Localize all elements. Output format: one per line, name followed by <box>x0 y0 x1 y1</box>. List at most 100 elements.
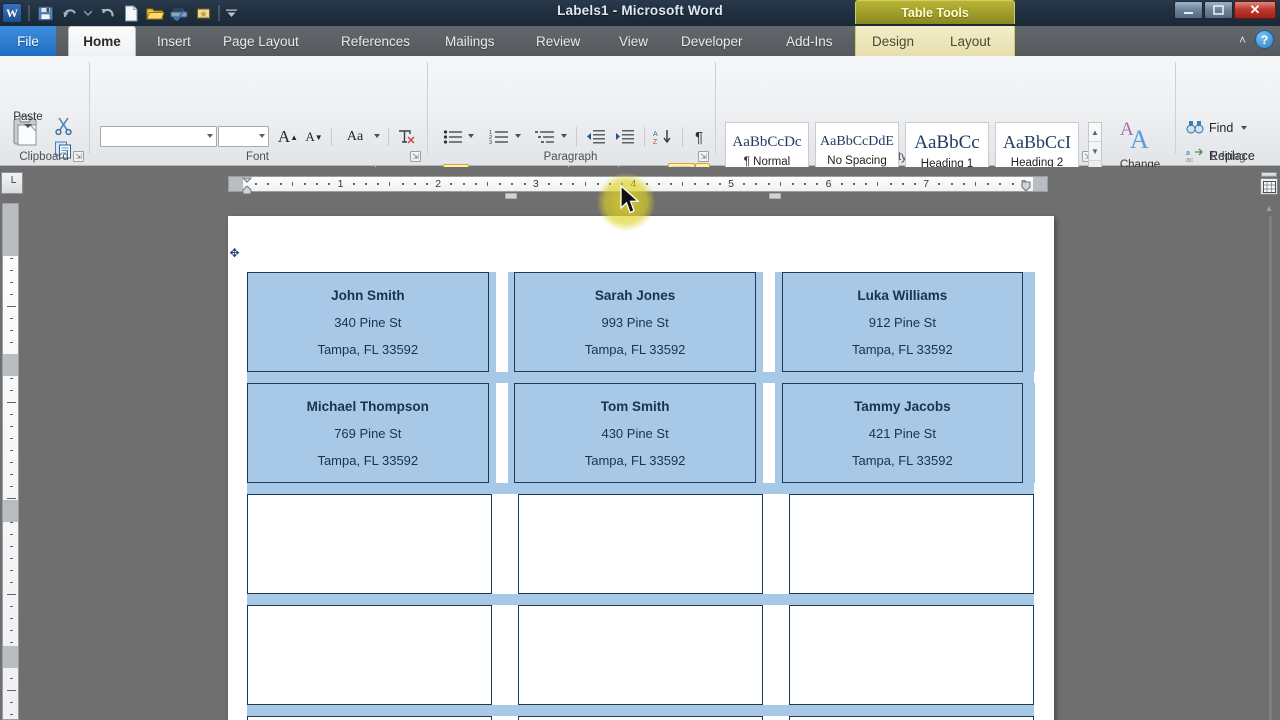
label-city-state-zip: Tampa, FL 33592 <box>585 342 686 357</box>
tab-file[interactable]: File <box>0 26 56 56</box>
styles-scroll-down-icon[interactable]: ▼ <box>1089 142 1101 161</box>
vruler-tick <box>10 546 13 547</box>
label-cell[interactable]: Luka Williams912 Pine StTampa, FL 33592 <box>782 272 1024 372</box>
svg-text:Z: Z <box>653 139 658 146</box>
ruler-tick <box>353 183 355 185</box>
bullets-dropdown-icon[interactable] <box>466 130 476 142</box>
ruler-tick <box>389 182 390 186</box>
tab-review[interactable]: Review <box>525 26 591 56</box>
vruler-tick <box>10 318 13 319</box>
label-cell[interactable] <box>247 494 492 594</box>
redo-icon[interactable] <box>95 3 119 24</box>
save-icon[interactable] <box>33 3 57 24</box>
font-dialog-launcher[interactable]: ⇲ <box>410 151 421 162</box>
left-indent-marker[interactable] <box>242 183 251 197</box>
label-cell[interactable] <box>518 605 763 705</box>
ruler-tick <box>865 183 867 185</box>
scroll-up-arrow[interactable]: ▲ <box>1261 200 1277 216</box>
open-folder-icon[interactable] <box>143 3 167 24</box>
undo-dropdown-icon[interactable] <box>81 3 95 24</box>
font-name-dropdown-icon[interactable] <box>207 134 213 138</box>
maximize-button[interactable] <box>1204 1 1233 19</box>
horizontal-ruler[interactable]: 12345678 <box>228 176 1048 192</box>
label-cell[interactable] <box>518 716 763 720</box>
tab-insert[interactable]: Insert <box>146 26 202 56</box>
ruler-tick <box>621 183 623 185</box>
vertical-ruler[interactable] <box>2 203 19 720</box>
label-gutter-spacer <box>763 705 789 716</box>
clipboard-dialog-launcher[interactable]: ⇲ <box>73 151 84 162</box>
multilevel-list-icon[interactable] <box>532 126 558 148</box>
tab-table-design[interactable]: Design <box>862 26 924 56</box>
font-name-input[interactable] <box>100 126 217 147</box>
labels-table[interactable]: John Smith340 Pine StTampa, FL 33592Sara… <box>247 272 1035 720</box>
label-cell[interactable] <box>247 605 492 705</box>
help-icon[interactable]: ? <box>1255 30 1274 49</box>
find-dropdown-icon[interactable] <box>1241 126 1247 130</box>
new-document-icon[interactable] <box>119 3 143 24</box>
right-indent-marker[interactable] <box>1021 179 1030 193</box>
vertical-scrollbar[interactable] <box>1269 216 1272 720</box>
close-button[interactable]: ✕ <box>1234 1 1276 19</box>
tab-mailings[interactable]: Mailings <box>434 26 506 56</box>
label-cell[interactable] <box>789 494 1034 594</box>
label-cell[interactable]: John Smith340 Pine StTampa, FL 33592 <box>247 272 489 372</box>
view-ruler-toggle-icon[interactable] <box>1260 178 1278 195</box>
table-move-handle-icon[interactable]: ✥ <box>228 246 241 259</box>
sort-icon[interactable]: A Z <box>650 126 676 148</box>
label-cell[interactable]: Tom Smith430 Pine StTampa, FL 33592 <box>514 383 756 483</box>
collapse-ribbon-icon[interactable]: ˄ <box>1239 33 1246 47</box>
label-cell[interactable] <box>518 494 763 594</box>
tab-stop-selector[interactable]: └ <box>1 172 23 194</box>
find-button[interactable]: Find <box>1186 120 1247 135</box>
clear-formatting-icon[interactable] <box>394 125 418 149</box>
customize-qat-icon[interactable] <box>223 3 239 24</box>
label-cell[interactable] <box>789 605 1034 705</box>
label-cell[interactable] <box>247 716 492 720</box>
document-page[interactable]: John Smith340 Pine StTampa, FL 33592Sara… <box>228 216 1054 720</box>
decrease-indent-icon[interactable] <box>583 126 609 148</box>
label-cell[interactable]: Michael Thompson769 Pine StTampa, FL 335… <box>247 383 489 483</box>
tab-home[interactable]: Home <box>68 26 136 56</box>
undo-icon[interactable] <box>57 3 81 24</box>
tab-table-layout[interactable]: Layout <box>940 26 1001 56</box>
change-case-icon[interactable]: Aa <box>338 126 372 148</box>
numbering-dropdown-icon[interactable] <box>513 130 523 142</box>
label-cell[interactable]: Sarah Jones993 Pine StTampa, FL 33592 <box>514 272 756 372</box>
label-column-gutter <box>756 272 782 372</box>
bullets-icon[interactable] <box>440 126 466 148</box>
grow-font-icon[interactable]: A▲ <box>276 126 300 148</box>
tab-view[interactable]: View <box>608 26 659 56</box>
font-size-input[interactable] <box>218 126 269 147</box>
tab-page-layout[interactable]: Page Layout <box>212 26 310 56</box>
change-styles-icon[interactable]: A A <box>1118 118 1158 154</box>
shrink-font-icon[interactable]: A▼ <box>302 126 326 148</box>
font-size-dropdown-icon[interactable] <box>259 134 265 138</box>
split-window-handle[interactable] <box>1261 172 1277 177</box>
label-cell[interactable] <box>789 716 1034 720</box>
label-column-gutter <box>763 716 789 720</box>
print-preview-icon[interactable] <box>191 3 215 24</box>
show-formatting-marks-icon[interactable]: ¶ <box>687 126 711 148</box>
change-case-dropdown-icon[interactable] <box>372 130 382 142</box>
vruler-tick <box>10 294 13 295</box>
increase-indent-icon[interactable] <box>612 126 638 148</box>
cut-icon[interactable] <box>54 116 76 137</box>
paragraph-dialog-launcher[interactable]: ⇲ <box>698 151 709 162</box>
tab-developer[interactable]: Developer <box>670 26 754 56</box>
label-cell[interactable]: Tammy Jacobs421 Pine StTampa, FL 33592 <box>782 383 1024 483</box>
multilevel-list-dropdown-icon[interactable] <box>559 130 569 142</box>
minimize-button[interactable] <box>1174 1 1203 19</box>
tab-references[interactable]: References <box>330 26 421 56</box>
column-marker-right[interactable] <box>769 186 781 192</box>
paste-dropdown-icon[interactable] <box>24 124 32 128</box>
quick-print-icon[interactable] <box>167 3 191 24</box>
ruler-number: 7 <box>923 178 929 190</box>
column-marker-left[interactable] <box>505 186 517 192</box>
styles-scroll-up-icon[interactable]: ▲ <box>1089 123 1101 142</box>
tab-add-ins[interactable]: Add-Ins <box>775 26 844 56</box>
numbering-icon[interactable]: 1 2 3 <box>486 126 512 148</box>
word-logo-icon[interactable]: W <box>2 3 22 23</box>
paste-button[interactable]: Paste <box>6 111 50 128</box>
label-gutter-row <box>247 372 1035 383</box>
